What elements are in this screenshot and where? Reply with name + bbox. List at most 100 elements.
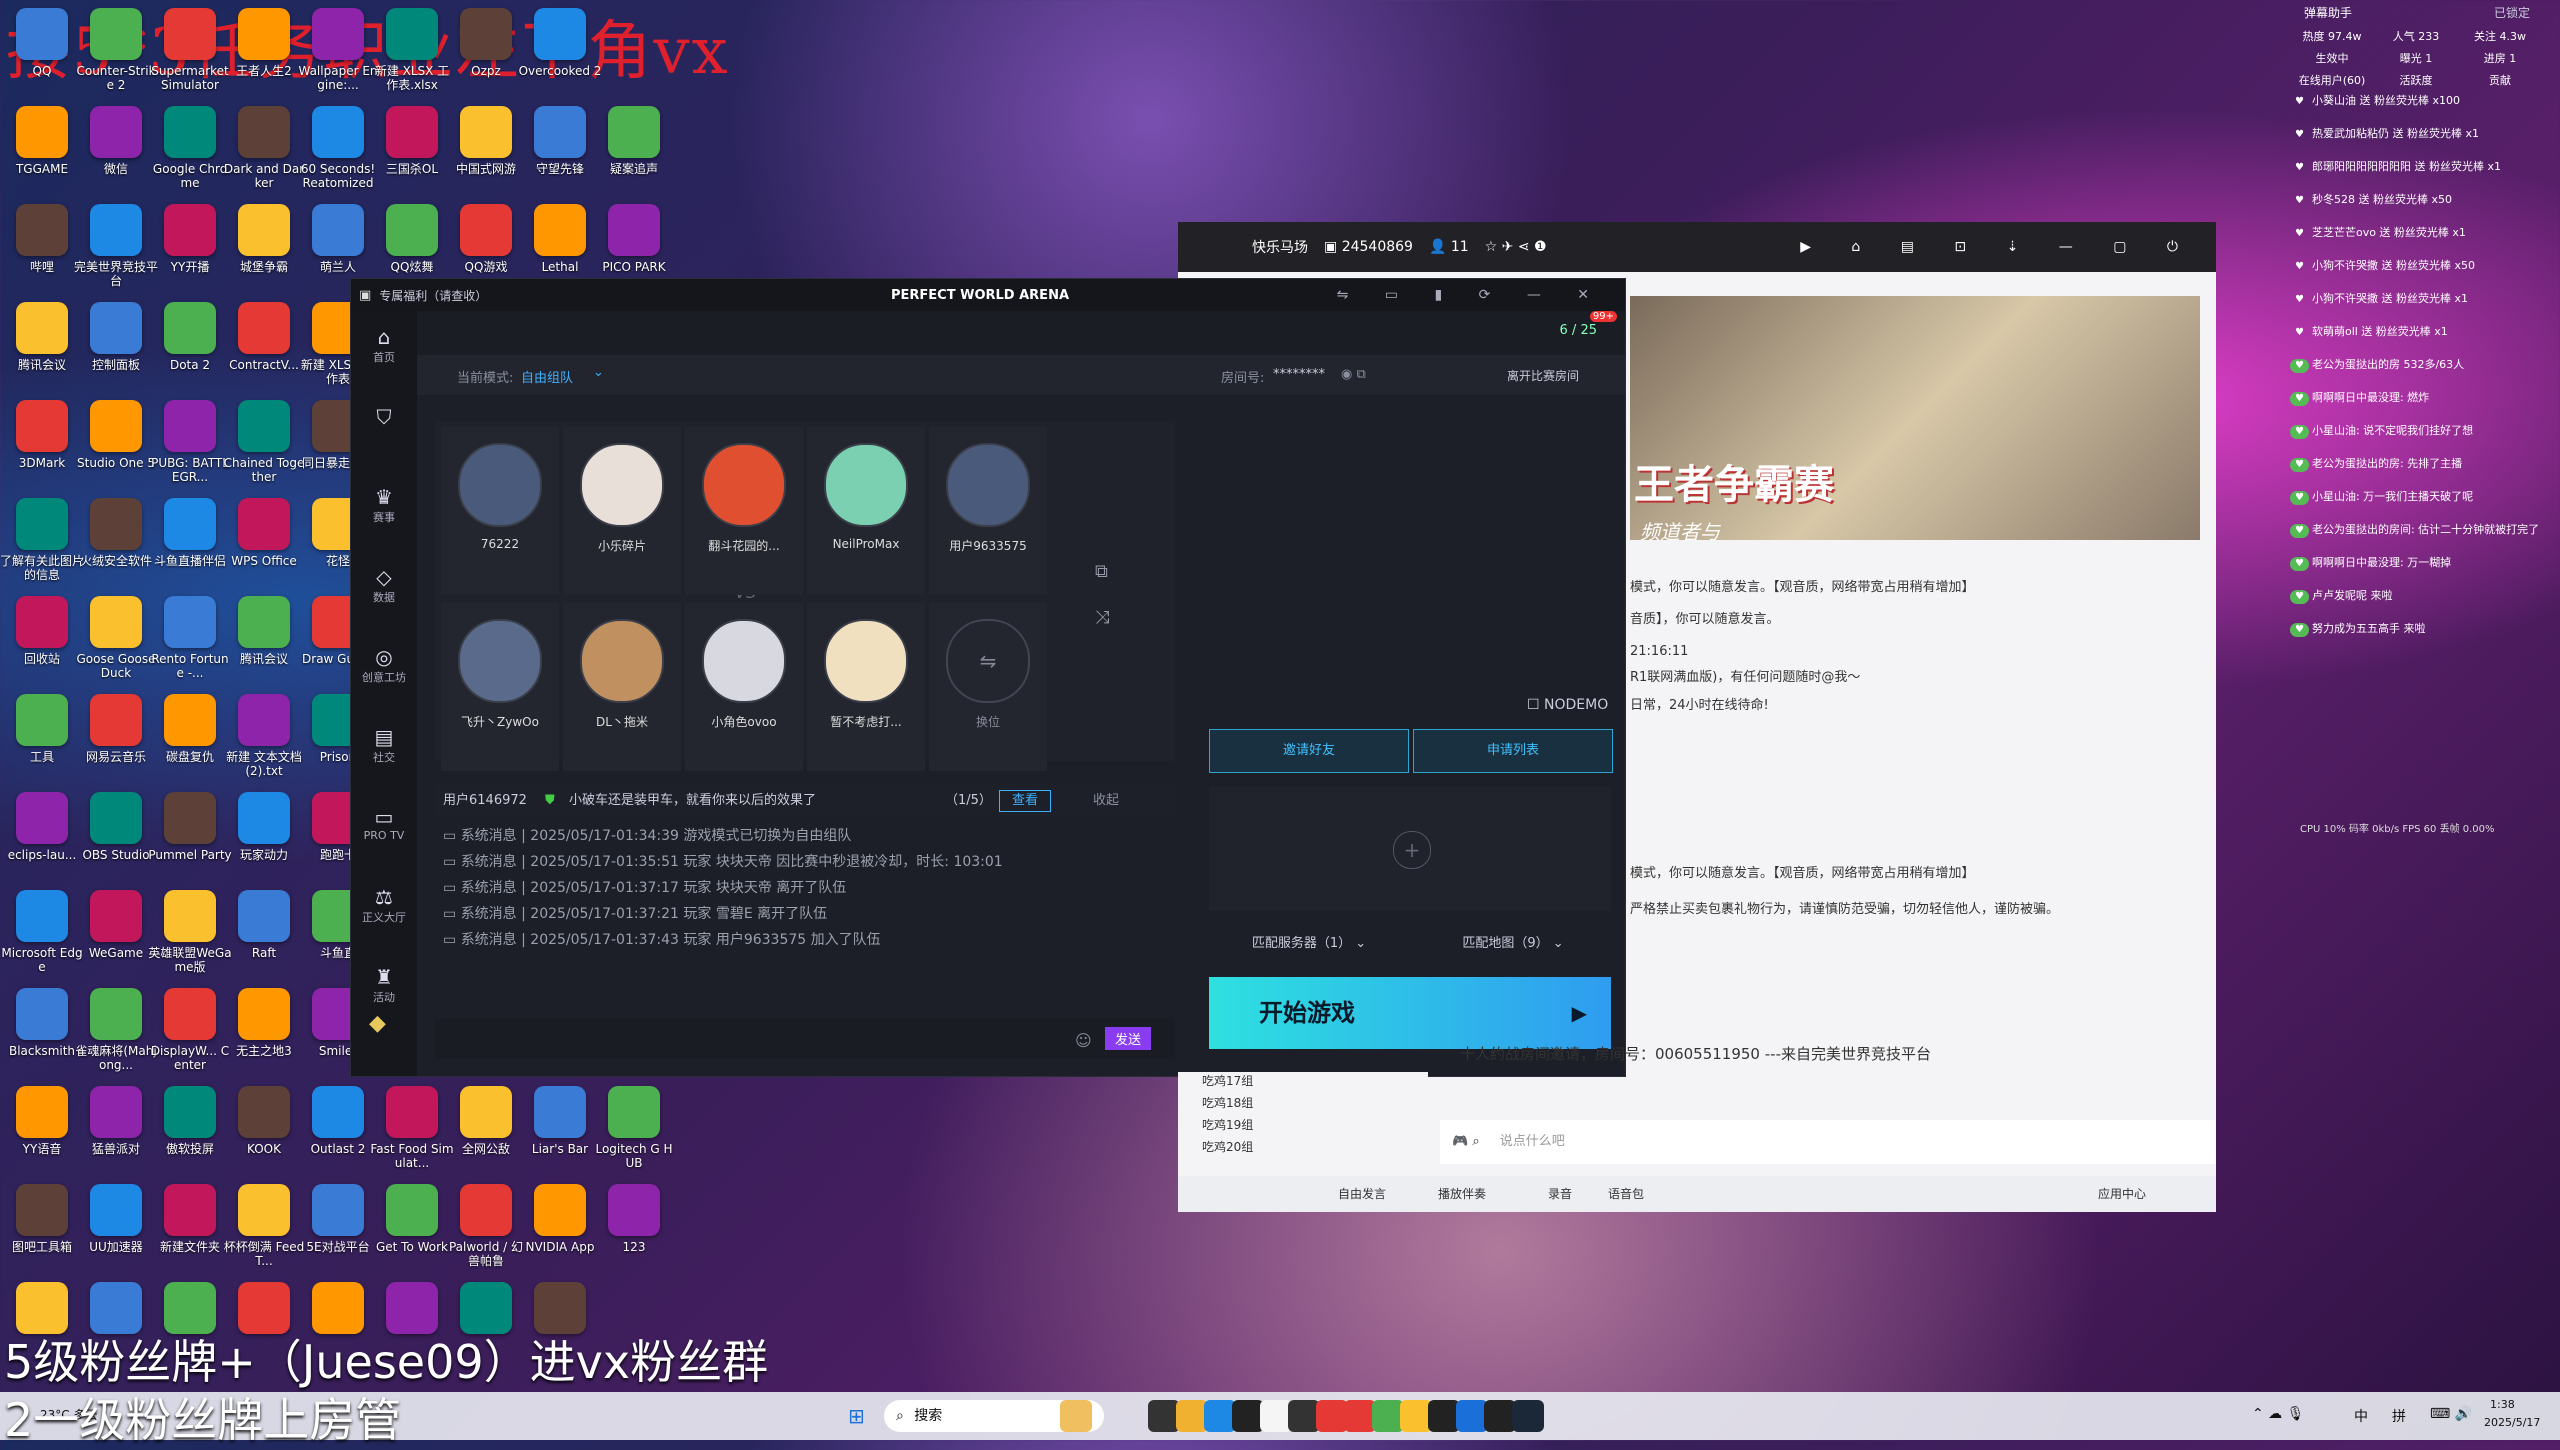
chevron-down-icon[interactable]: ⌄ [593,365,604,380]
desktop-icon[interactable]: 控制面板 [74,298,158,394]
desktop-icon[interactable]: DisplayW... Center [148,984,232,1080]
desktop-icon[interactable]: Outlast 2 [296,1082,380,1178]
desktop-icon[interactable]: Dark and Darker [222,102,306,198]
notice-view-button[interactable]: 查看 [999,790,1052,812]
desktop-icon[interactable]: Palworld / 幻兽帕鲁 [444,1180,528,1276]
desktop-icon[interactable]: 网易云音乐 [74,690,158,786]
desktop-icon[interactable]: Raft [222,886,306,982]
mode-select[interactable]: 自由组队 [521,367,573,386]
desktop-icon[interactable]: 新建 XLSX 工作表.xlsx [370,4,454,100]
notice-user[interactable]: 用户6146972 [443,793,527,808]
desktop-icon[interactable]: Supermarket Simulator [148,4,232,100]
desktop-icon[interactable]: eclips-lau... [0,788,84,884]
danmaku-status[interactable]: 已锁定 [2494,0,2530,26]
player-slot[interactable]: 暂不考虑打... [807,603,925,771]
desktop-icon[interactable]: Chained Together [222,396,306,492]
sidebar-item[interactable]: ⛉ [351,405,417,471]
send-button[interactable]: 发送 [1105,1027,1152,1050]
player-slot[interactable]: DL丶拖米 [563,603,681,771]
player-slot[interactable]: 用户9633575 [929,427,1047,595]
desktop-icon[interactable]: Dota 2 [148,298,232,394]
desktop-icon[interactable]: 123 [592,1180,676,1276]
network-volume-icon[interactable]: ⌨ 🔊 [2430,1406,2472,1422]
stream-bottom-item[interactable]: 录音 [1548,1176,1572,1212]
desktop-icon[interactable]: Rento Fortune -... [148,592,232,688]
desktop-icon[interactable]: KOOK [222,1082,306,1178]
desktop-icon[interactable]: ContractV... [222,298,306,394]
start-icon[interactable]: ⊞ [848,1404,865,1428]
stream-window-controls[interactable]: ▶ ⌂ ▤ ⊡ ⇣ — ▢ ⏻ [1800,239,2196,255]
stream-bottom-item[interactable]: 语音包 [1608,1176,1644,1212]
desktop-icon[interactable]: 三国杀OL [370,102,454,198]
desktop-icon[interactable]: Google Chrome [148,102,232,198]
desktop-icon[interactable]: QQ [0,4,84,100]
desktop-icon[interactable]: Pummel Party [148,788,232,884]
desktop-icon[interactable]: 中国式网游 [444,102,528,198]
server-select[interactable]: 匹配服务器（1） ⌄ [1209,919,1409,969]
desktop-icon[interactable]: Ozpz [444,4,528,100]
stream-bottom-item[interactable]: 自由发言 [1338,1176,1386,1212]
leave-room-button[interactable]: 离开比赛房间 [1507,367,1579,384]
desktop-icon[interactable]: 英雄联盟WeGame版 [148,886,232,982]
desktop-icon[interactable]: Liar's Bar [518,1082,602,1178]
notice-collapse-button[interactable]: 收起 [1093,785,1119,817]
copy-icon[interactable]: ⧉ [1095,561,1108,582]
desktop-icon[interactable]: 火绒安全软件 [74,494,158,590]
desktop-icon[interactable]: 斗鱼直播伴侣 [148,494,232,590]
invite-friends-button[interactable]: 邀请好友 [1209,729,1409,773]
desktop-icon[interactable]: Blacksmith [0,984,84,1080]
desktop-icon[interactable]: 玩家动力 [222,788,306,884]
player-slot[interactable]: 小角色ovoo [685,603,803,771]
taskbar-app-icon[interactable] [1512,1400,1544,1432]
desktop-icon[interactable]: Overcooked 2 [518,4,602,100]
desktop-icon[interactable]: 雀魂麻将(Mahjong... [74,984,158,1080]
desktop-icon[interactable]: WeGame [74,886,158,982]
map-select[interactable]: 匹配地图（9） ⌄ [1413,919,1613,969]
desktop-icon[interactable]: 60 Seconds! Reatomized [296,102,380,198]
stream-chat-input[interactable]: 🎮 ⌕ 说点什么吧 [1440,1120,2216,1164]
desktop-icon[interactable]: YY开播 [148,200,232,296]
desktop-icon[interactable]: PUBG: BATTLEGR... [148,396,232,492]
group-item[interactable]: 吃鸡18组 [1202,1094,1428,1116]
desktop-icon[interactable]: 图吧工具箱 [0,1180,84,1276]
event-banner[interactable]: 王者争霸赛 频道者与 [1630,296,2200,544]
player-slot[interactable]: NeilProMax [807,427,925,595]
swap-slot[interactable]: ⇋ 换位 [929,603,1047,771]
desktop-icon[interactable]: 3DMark [0,396,84,492]
tray-icons[interactable]: ⌃ ☁ 🎙 [2252,1406,2304,1422]
desktop-icon[interactable]: 守望先锋 [518,102,602,198]
sidebar-item[interactable]: ▤ 社交 [351,725,417,791]
desktop-icon[interactable]: Goose Goose Duck [74,592,158,688]
add-icon[interactable]: + [1393,831,1431,869]
desktop-icon[interactable]: 疑案追声 [592,102,676,198]
desktop-icon[interactable]: 回收站 [0,592,84,688]
sidebar-item[interactable]: ⚖ 正义大厅 [351,885,417,951]
group-item[interactable]: 吃鸡17组 [1202,1072,1428,1094]
desktop-icon[interactable]: 完美世界竞技平台 [74,200,158,296]
desktop-icon[interactable]: WPS Office [222,494,306,590]
shuffle-icon[interactable]: ⤨ [1095,607,1109,628]
eye-icon[interactable]: ◉ ⧉ [1341,367,1366,382]
desktop-icon[interactable]: 腾讯会议 [0,298,84,394]
player-slot[interactable]: 飞升丶ZywOo [441,603,559,771]
desktop-icon[interactable]: NVIDIA App [518,1180,602,1276]
sidebar-item[interactable]: ♛ 赛事 [351,485,417,551]
ime-mode[interactable]: 中 [2354,1406,2368,1426]
desktop-icon[interactable]: 全网公敌 [444,1082,528,1178]
clock-time[interactable]: 1:38 [2490,1398,2515,1411]
desktop-icon[interactable]: 猛兽派对 [74,1082,158,1178]
sidebar-item[interactable]: ◇ 数据 [351,565,417,631]
stream-bottom-item[interactable]: 应用中心 [2098,1176,2146,1212]
player-slot[interactable]: 小乐碎片 [563,427,681,595]
desktop-icon[interactable]: 工具 [0,690,84,786]
welfare-label[interactable]: 专属福利（请查收） [379,287,487,304]
desktop-icon[interactable]: Studio One 5 [74,396,158,492]
window-controls[interactable]: ⇋ ▭ ▮ ⟳ — ✕ [1337,287,1605,303]
player-slot[interactable]: 76222 [441,427,559,595]
apply-list-button[interactable]: 申请列表 [1413,729,1613,773]
clock-date[interactable]: 2025/5/17 [2484,1416,2540,1429]
ime-pinyin[interactable]: 拼 [2392,1406,2406,1426]
desktop-icon[interactable]: 碳盘复仇 [148,690,232,786]
desktop-icon[interactable]: Logitech G HUB [592,1082,676,1178]
taskbar-app-icon[interactable] [1060,1400,1092,1432]
